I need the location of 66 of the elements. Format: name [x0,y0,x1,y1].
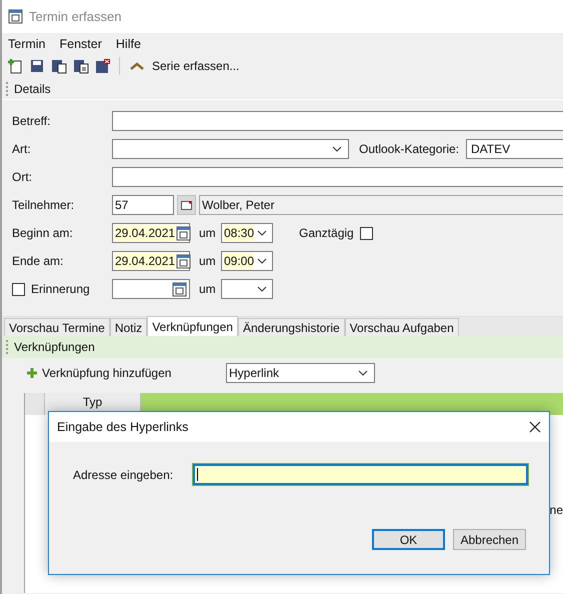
grid-text: ne [550,503,563,517]
address-field[interactable] [193,464,528,485]
field-label: Ort: [12,169,33,186]
chevron-down-icon [257,286,267,292]
calendar-icon[interactable] [176,254,192,268]
input-field[interactable]: DATEV [466,139,563,159]
time-select[interactable]: 09:00 [221,251,273,271]
dialog-title: Eingabe des Hyperlinks [57,418,188,436]
calendar-icon[interactable] [8,9,23,24]
tab[interactable]: Änderungshistorie [238,318,345,336]
close-icon[interactable] [529,421,541,433]
field-label: Betreff: [12,113,52,130]
lookup-button[interactable] [177,195,196,215]
checkbox-label: Ganztägig [299,225,354,242]
tab[interactable]: Vorschau Aufgaben [344,318,459,336]
time-label: um [198,225,217,242]
select-field[interactable] [112,139,349,159]
section-title: Verknüpfungen [14,339,95,356]
window-title: Termin erfassen [29,8,122,26]
tab[interactable]: Notiz [110,318,148,336]
section-header: Details [14,80,51,98]
input-field[interactable]: 57 [112,195,174,215]
chevron-down-icon [257,230,267,236]
time-label: um [198,253,217,270]
save-delete-icon[interactable] [95,58,111,74]
menu-item[interactable]: Fenster [58,34,104,54]
menu-item[interactable]: Hilfe [114,34,143,54]
type-select[interactable]: Hyperlink [226,363,375,383]
menu-item[interactable]: Termin [6,34,48,54]
time-label: um [198,281,217,298]
save-document-icon[interactable] [51,58,67,74]
date-field[interactable]: 29.04.2021 [112,251,190,271]
checkbox[interactable] [360,226,373,240]
time-select[interactable]: 08:30 [221,223,273,243]
name-field: Wolber, Peter [199,195,563,215]
field-label: Teilnehmer: [12,197,76,214]
row-header-cell [25,393,45,415]
save-list-icon[interactable] [73,58,89,74]
checkbox-label: Erinnerung [31,281,90,298]
tab[interactable]: Verknüpfungen [147,316,238,336]
dialog-button[interactable]: OK [372,529,445,550]
new-document-icon[interactable] [7,58,23,74]
field-label: Ende am: [12,253,64,270]
input-field[interactable] [112,111,563,131]
save-icon[interactable] [29,58,45,74]
field-label: Beginn am: [12,225,74,242]
field-label: Adresse eingeben: [73,466,174,484]
plus-icon[interactable] [26,367,38,379]
time-select[interactable] [221,279,273,299]
input-field[interactable] [112,167,563,187]
series-button[interactable]: Serie erfassen... [128,57,242,75]
field-label: Outlook-Kategorie: [359,141,460,158]
card-icon [181,200,192,210]
checkbox[interactable] [12,282,25,296]
calendar-icon[interactable] [172,282,187,296]
add-link-label[interactable]: Verknüpfung hinzufügen [42,364,226,382]
date-field[interactable]: 29.04.2021 [112,223,190,243]
calendar-icon[interactable] [176,226,192,240]
tab[interactable]: Vorschau Termine [4,318,110,336]
field-label: Art: [12,141,32,158]
chevron-up-icon [130,62,144,70]
date-field[interactable] [112,279,190,299]
dialog-button[interactable]: Abbrechen [453,529,526,550]
chevron-down-icon [257,258,267,264]
chevron-down-icon [358,370,368,376]
chevron-down-icon [332,146,342,152]
